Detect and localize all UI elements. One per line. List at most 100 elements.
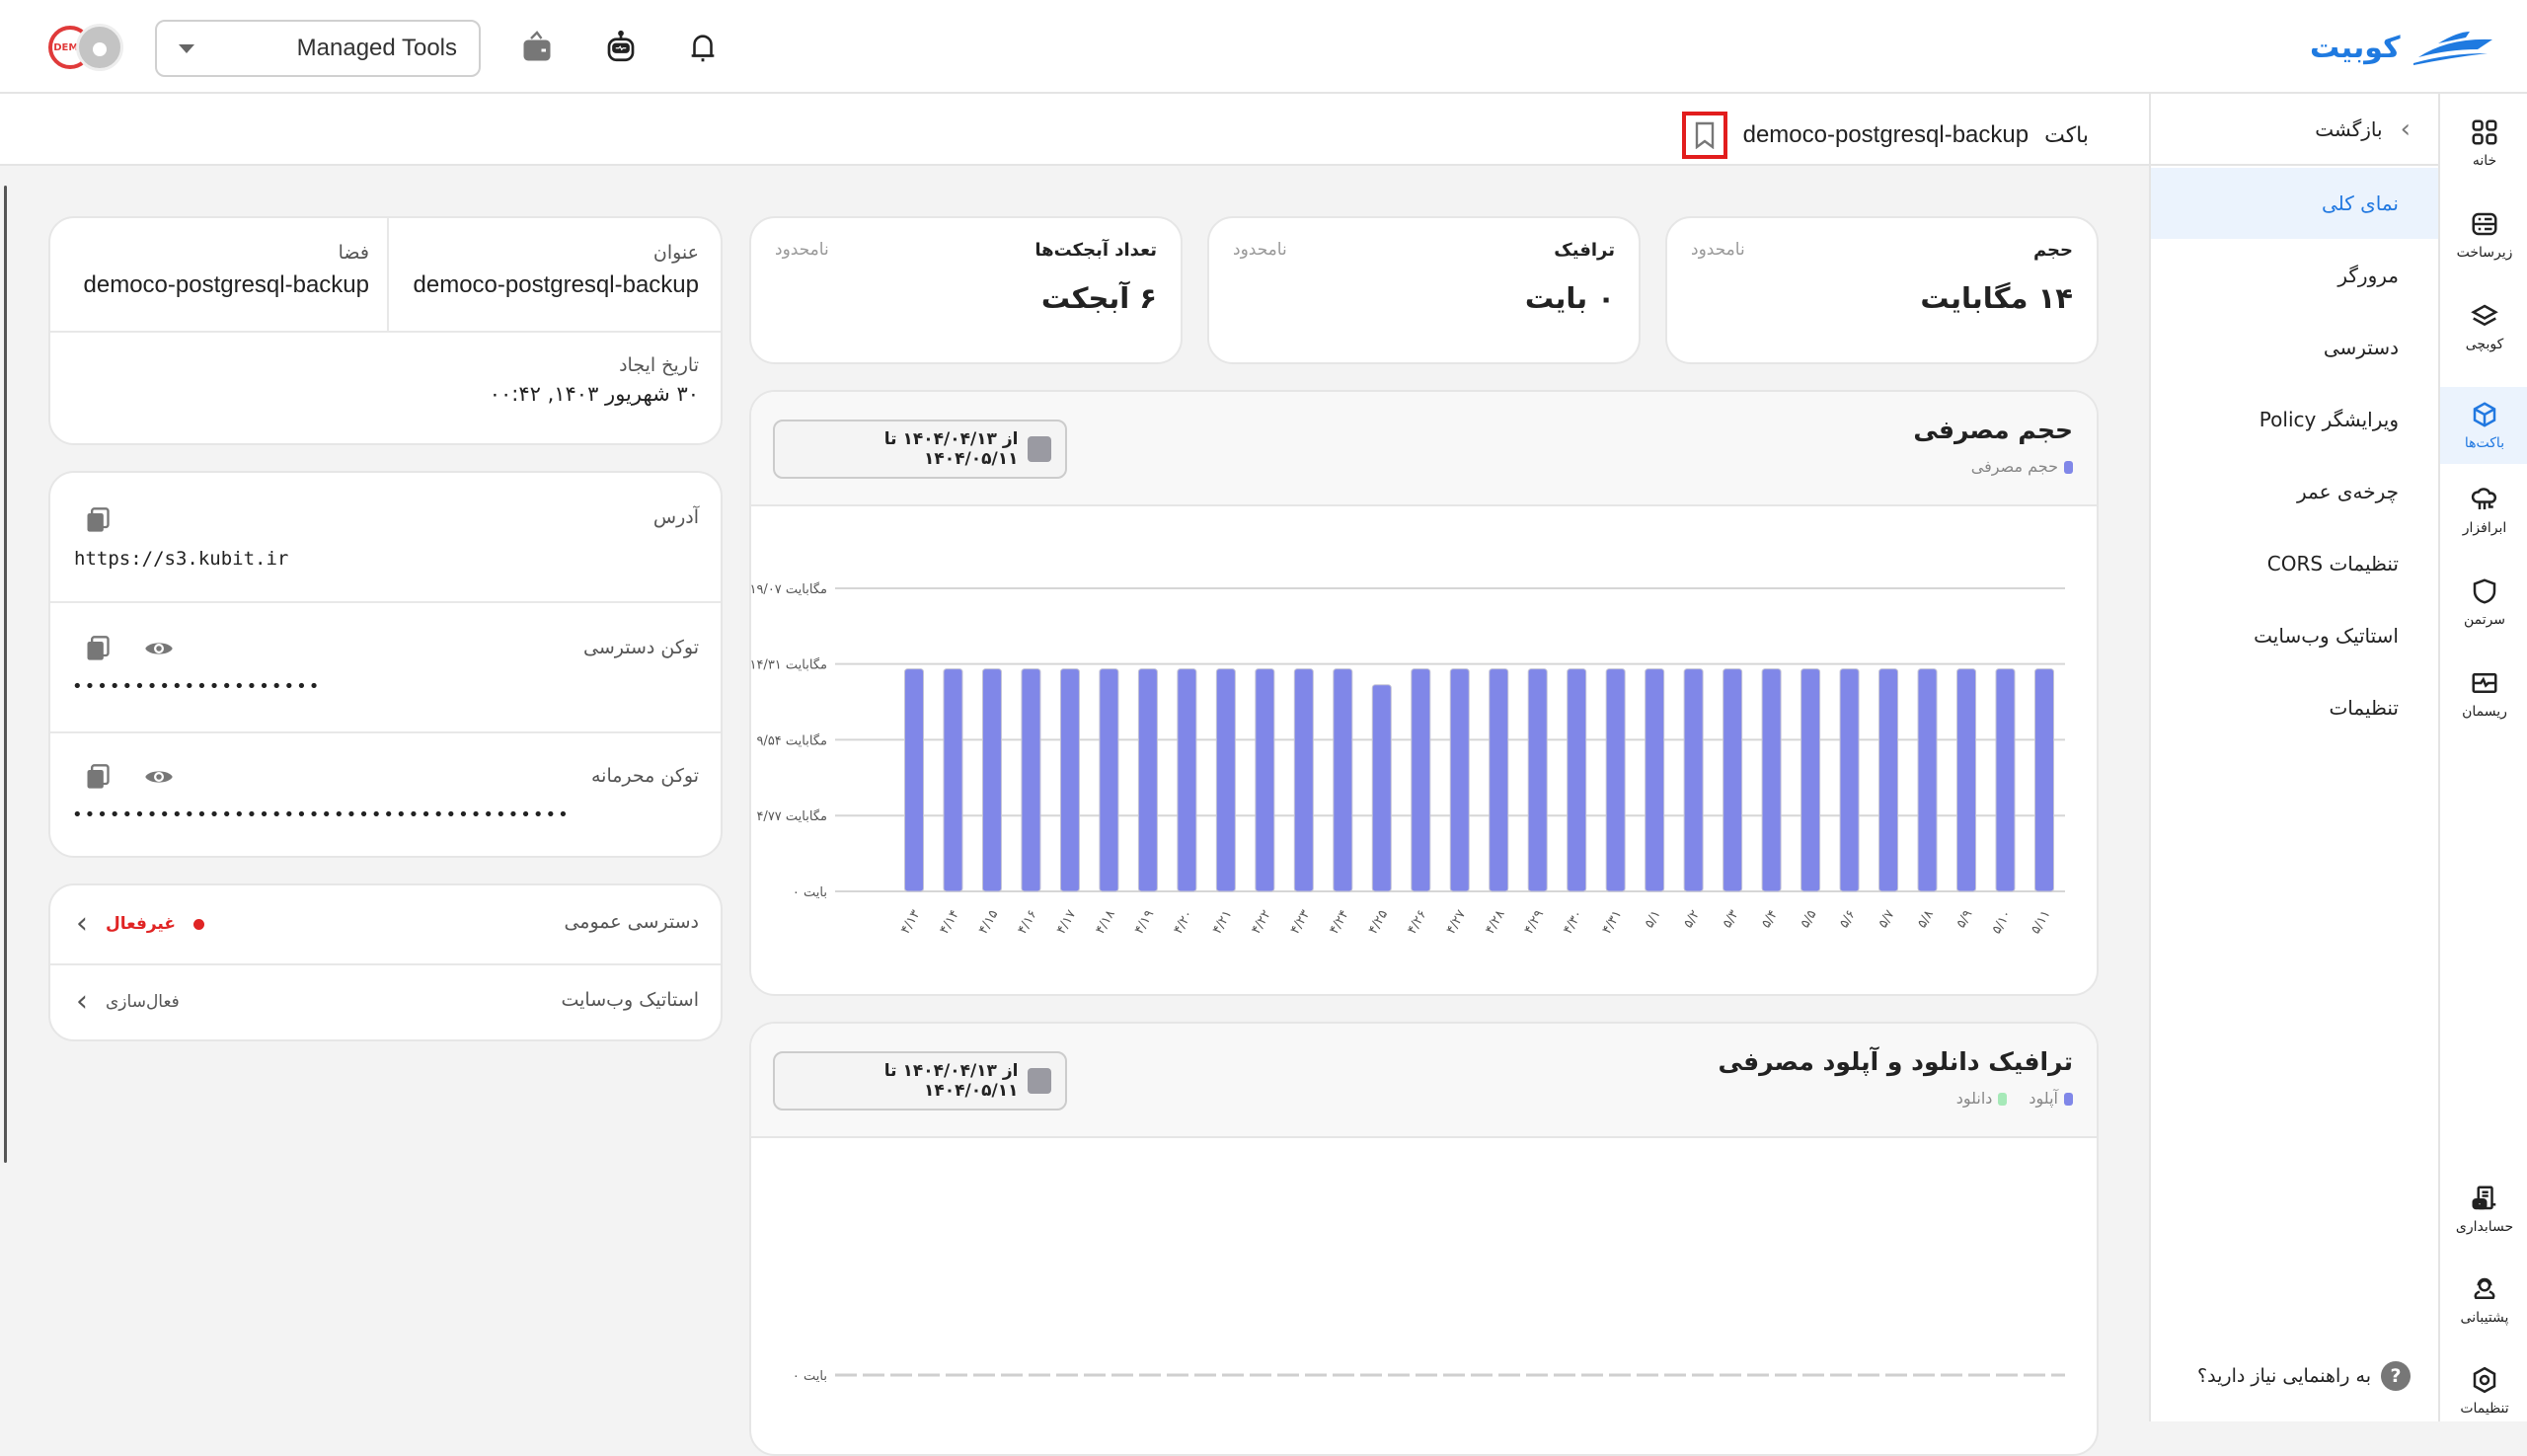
rail-item-risman[interactable]: ریسمان bbox=[2440, 650, 2527, 738]
bookmark-icon bbox=[1695, 121, 1714, 149]
x-tick-label: ۵/۹ bbox=[1953, 907, 1975, 930]
x-tick-label: ۴/۲۵ bbox=[1366, 907, 1392, 936]
stat-card-size: حجم نامحدود ۱۴ مگابایت bbox=[1665, 216, 2099, 364]
robot-icon[interactable] bbox=[601, 28, 641, 67]
subnav-item-lifecycle[interactable]: چرخه‌ی عمر bbox=[2151, 456, 2438, 527]
subnav-item-cors[interactable]: تنظیمات CORS bbox=[2151, 528, 2438, 599]
chart-title: حجم مصرفی bbox=[1913, 416, 2073, 444]
kubit-logo[interactable]: کوبیت bbox=[2310, 25, 2497, 70]
bookmark-button[interactable] bbox=[1681, 112, 1727, 159]
subnav-label: استاتیک وب‌سایت bbox=[2254, 624, 2399, 648]
subnav-item-static-website[interactable]: استاتیک وب‌سایت bbox=[2151, 600, 2438, 671]
secret-token-label: توکن محرمانه bbox=[590, 765, 699, 787]
x-tick-label: ۵/۱۱ bbox=[2029, 908, 2054, 937]
bar bbox=[1489, 668, 1509, 892]
chevron-right-icon: › bbox=[2400, 114, 2411, 144]
help-link[interactable]: ? به راهنمایی نیاز دارید؟ bbox=[2197, 1361, 2411, 1391]
subnav-item-policy-editor[interactable]: ویرایشگر Policy bbox=[2151, 384, 2438, 455]
breadcrumb-prefix: باکت bbox=[2044, 122, 2089, 148]
project-selector[interactable]: Managed Tools bbox=[155, 20, 481, 77]
traffic-bar-chart: ۰ بایت bbox=[793, 1369, 2065, 1384]
x-tick-label: ۴/۱۵ bbox=[976, 907, 1002, 936]
bar bbox=[1137, 668, 1158, 892]
bar bbox=[981, 668, 1002, 892]
rail-item-settings[interactable]: تنظیمات bbox=[2440, 1346, 2527, 1435]
static-website-row[interactable]: استاتیک وب‌سایت ‹ فعال‌سازی bbox=[50, 965, 721, 1039]
x-tick-label: ۵/۱ bbox=[1642, 908, 1663, 931]
x-tick-label: ۵/۴ bbox=[1759, 907, 1781, 930]
copy-access-token-button[interactable] bbox=[80, 631, 115, 666]
rail-label: باکت‌ها bbox=[2464, 435, 2505, 451]
date-range-picker[interactable]: از ۱۴۰۴/۰۴/۱۳ تا ۱۴۰۴/۰۵/۱۱ bbox=[773, 420, 1067, 479]
x-tick-label: ۴/۲۲ bbox=[1249, 907, 1274, 936]
rail-item-kubchi[interactable]: کوبچی bbox=[2440, 282, 2527, 371]
x-tick-label: ۴/۱۳ bbox=[898, 907, 924, 936]
calendar-icon bbox=[1028, 436, 1051, 462]
reveal-secret-token-button[interactable] bbox=[141, 759, 177, 795]
subnav-item-settings[interactable]: تنظیمات bbox=[2151, 672, 2438, 743]
rail-item-sartaman[interactable]: سرتمن bbox=[2440, 558, 2527, 647]
chevron-down-icon bbox=[179, 43, 194, 53]
copy-secret-token-button[interactable] bbox=[80, 759, 115, 795]
copy-icon bbox=[87, 507, 110, 532]
subnav-item-overview[interactable]: نمای کلی bbox=[2151, 168, 2438, 239]
rail-item-cloud-apps[interactable]: ابرافزار bbox=[2440, 466, 2527, 555]
title-value: democo-postgresql-backup bbox=[413, 271, 700, 298]
rail-item-support[interactable]: پشتیبانی bbox=[2440, 1256, 2527, 1344]
wallet-icon[interactable] bbox=[517, 28, 557, 67]
rail-label: زیرساخت bbox=[2456, 245, 2513, 261]
x-tick-label: ۵/۱۰ bbox=[1989, 908, 2015, 937]
public-access-row[interactable]: دسترسی عمومی ‹ غیرفعال bbox=[50, 885, 721, 963]
bucket-subnav: › بازگشت نمای کلی مرورگر دسترسی ویرایشگر… bbox=[2149, 94, 2438, 1421]
rail-item-infrastructure[interactable]: زیرساخت bbox=[2440, 191, 2527, 279]
user-avatar bbox=[76, 24, 123, 71]
copy-icon bbox=[87, 636, 110, 660]
public-access-status: غیرفعال bbox=[106, 914, 176, 934]
bell-icon[interactable] bbox=[683, 28, 723, 67]
bar bbox=[2034, 668, 2054, 892]
legend-item-download[interactable]: دانلود bbox=[1956, 1089, 2008, 1108]
reveal-access-token-button[interactable] bbox=[141, 631, 177, 666]
legend-item-upload[interactable]: آپلود bbox=[2029, 1089, 2073, 1108]
settings-hex-icon bbox=[2473, 1366, 2496, 1394]
rail-item-billing[interactable]: حسابداری bbox=[2440, 1165, 2527, 1254]
bar bbox=[1567, 668, 1587, 892]
stat-value: ۶ آبجکت bbox=[1040, 281, 1157, 315]
avatar-group[interactable]: DEMO bbox=[48, 24, 123, 71]
scrollbar[interactable] bbox=[4, 186, 7, 1163]
bar bbox=[1215, 668, 1236, 892]
x-tick-label: ۴/۳۰ bbox=[1561, 908, 1586, 937]
title-label: عنوان bbox=[652, 242, 699, 264]
back-link[interactable]: › بازگشت bbox=[2151, 94, 2438, 166]
stat-value: ۱۴ مگابایت bbox=[1920, 281, 2073, 315]
stat-title: حجم bbox=[2032, 240, 2073, 261]
rail-item-buckets[interactable]: باکت‌ها bbox=[2440, 387, 2527, 464]
rail-item-home[interactable]: خانه bbox=[2440, 99, 2527, 188]
monitor-pulse-icon bbox=[2472, 673, 2497, 693]
subnav-item-access[interactable]: دسترسی bbox=[2151, 312, 2438, 383]
usage-bar-chart: ۰ بایت ۴/۷۷ مگابایت ۹/۵۴ مگابایت ۱۴/۳۱ مگاب… bbox=[751, 581, 2065, 937]
date-range-picker[interactable]: از ۱۴۰۴/۰۴/۱۳ تا ۱۴۰۴/۰۵/۱۱ bbox=[773, 1051, 1067, 1111]
x-tick-label: ۴/۲۱ bbox=[1210, 908, 1236, 937]
copy-address-button[interactable] bbox=[80, 502, 115, 538]
bar bbox=[1333, 668, 1353, 892]
x-tick-label: ۵/۸ bbox=[1915, 907, 1937, 930]
stat-value: ۰ بایت bbox=[1524, 281, 1615, 315]
chart-legend: حجم مصرفی bbox=[1971, 457, 2073, 476]
bucket-name-title: democo-postgresql-backup bbox=[1742, 121, 2029, 148]
rail-label: ابرافزار bbox=[2462, 520, 2507, 536]
subnav-item-browser[interactable]: مرورگر bbox=[2151, 240, 2438, 311]
legend-item[interactable]: حجم مصرفی bbox=[1971, 457, 2073, 476]
help-icon: ? bbox=[2381, 1361, 2411, 1391]
bucket-settings-card: دسترسی عمومی ‹ غیرفعال استاتیک وب‌سایت ‹… bbox=[48, 883, 723, 1041]
layers-icon bbox=[2471, 304, 2498, 327]
x-tick-label: ۴/۱۹ bbox=[1132, 907, 1158, 936]
bar bbox=[1878, 668, 1899, 892]
chevron-left-icon: ‹ bbox=[76, 906, 88, 941]
bar bbox=[1683, 668, 1704, 892]
x-tick-label: ۴/۱۶ bbox=[1015, 908, 1040, 937]
stat-limit: نامحدود bbox=[1233, 240, 1287, 260]
shield-icon bbox=[2473, 578, 2496, 604]
bar bbox=[1059, 668, 1080, 892]
x-tick-label: ۴/۱۸ bbox=[1093, 907, 1118, 936]
